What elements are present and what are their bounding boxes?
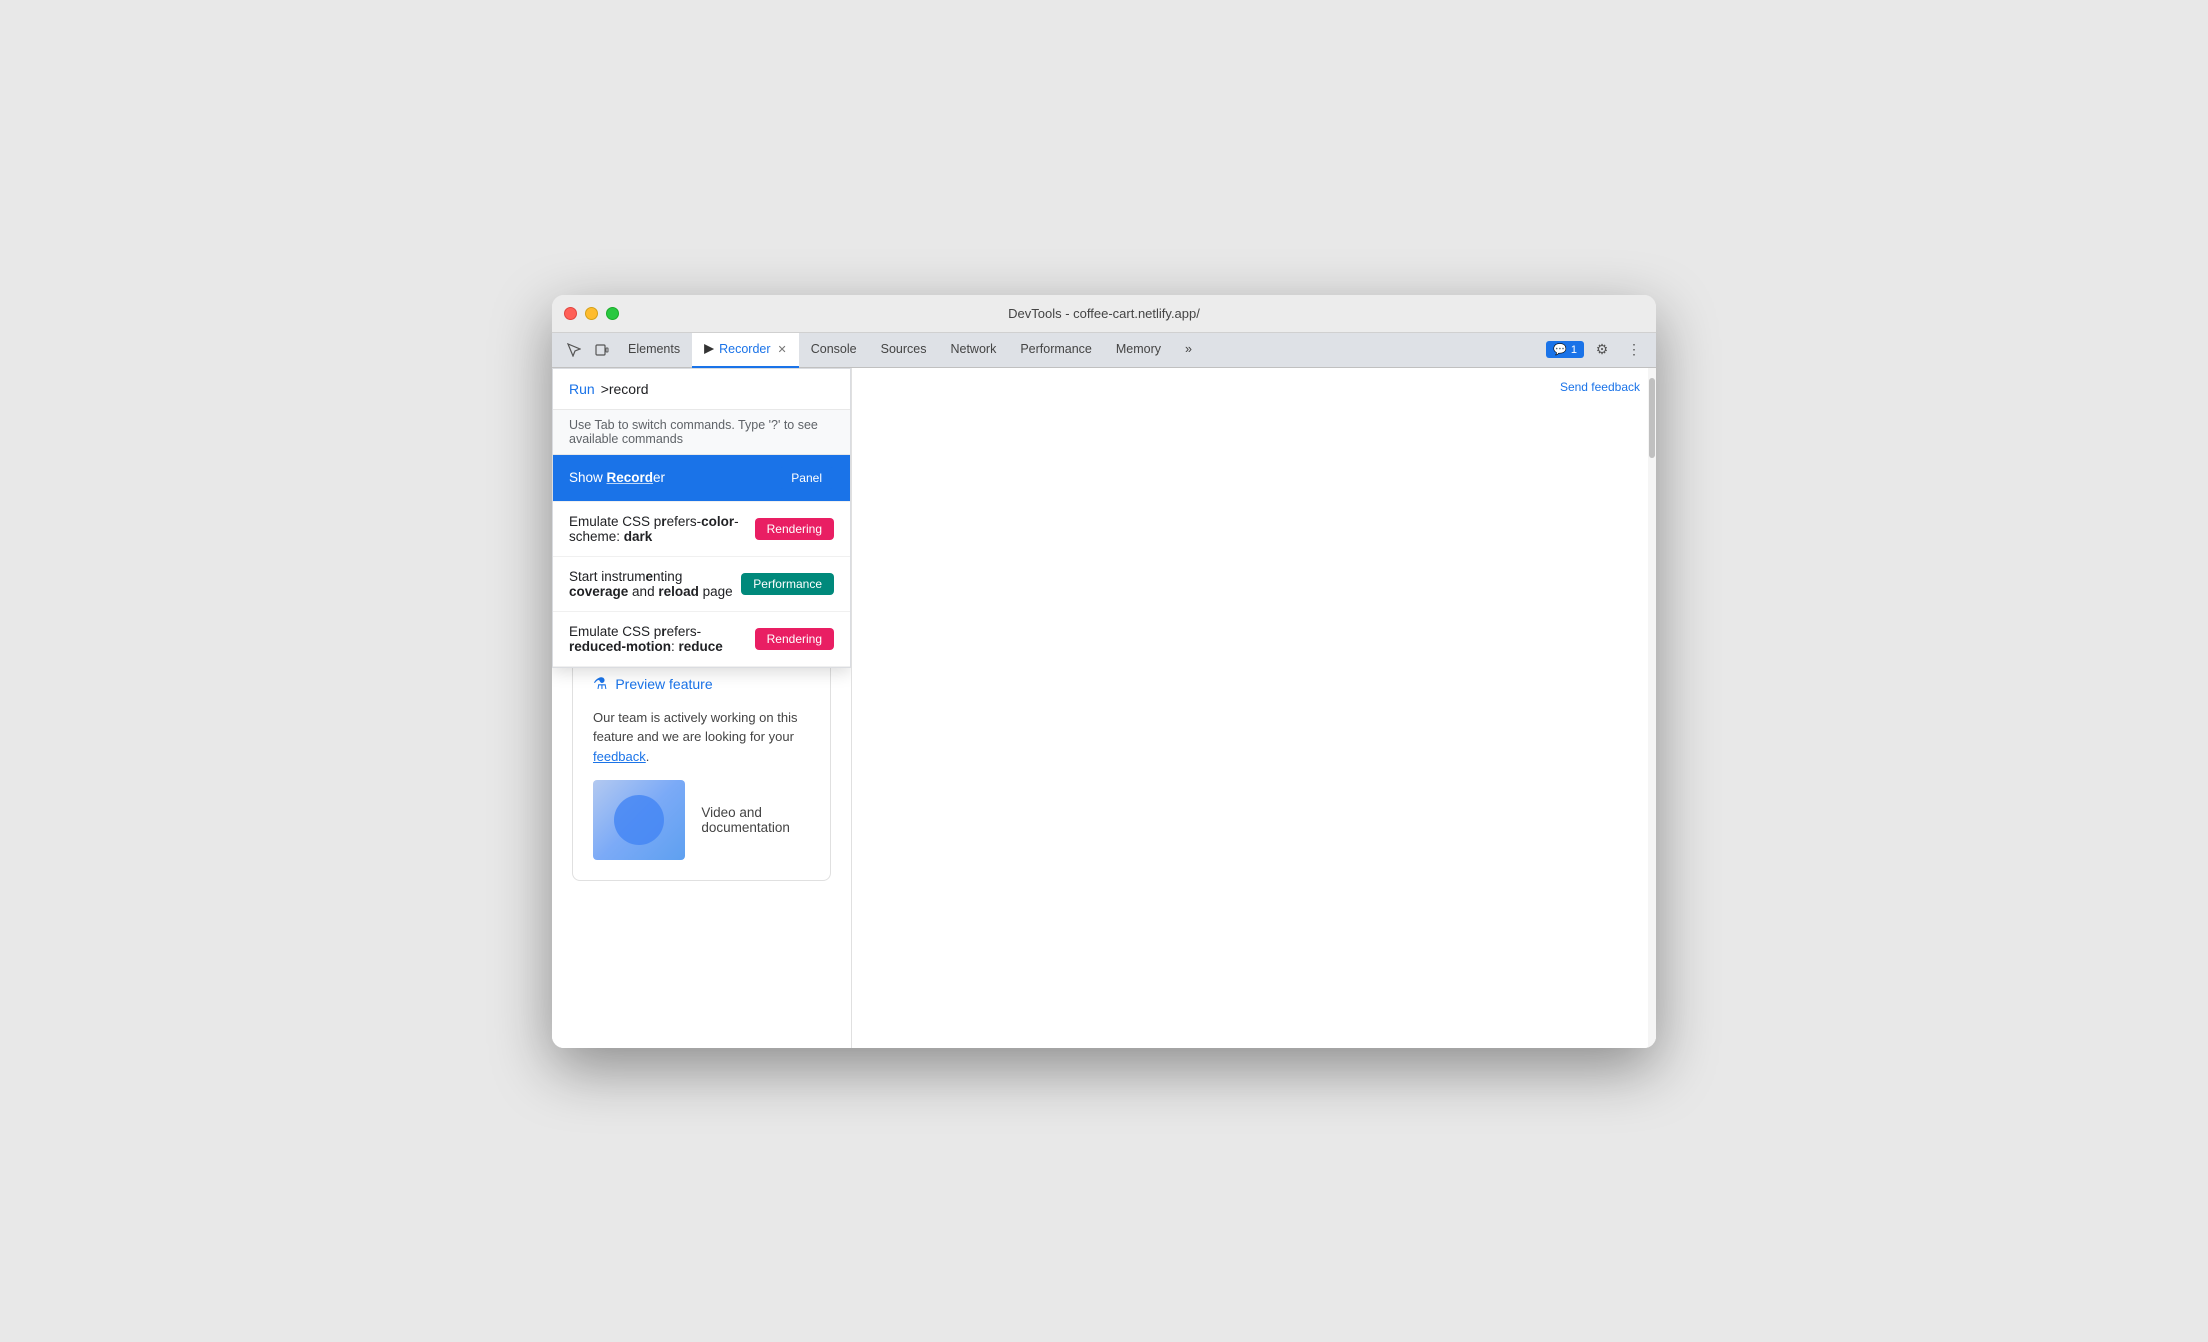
feedback-link[interactable]: feedback (593, 749, 646, 764)
command-item-css-dark[interactable]: Emulate CSS prefers-color-scheme: dark R… (553, 502, 850, 557)
tab-console[interactable]: Console (799, 333, 869, 368)
preview-header: ⚗ Preview feature (593, 674, 810, 694)
scrollbar-thumb[interactable] (1649, 378, 1655, 458)
recorder-panel: + No recordings Measure performance 1 Re… (552, 368, 852, 1048)
minimize-button[interactable] (585, 307, 598, 320)
command-item-coverage[interactable]: Start instrumenting coverage and reload … (553, 557, 850, 612)
tab-performance[interactable]: Performance (1008, 333, 1104, 368)
command-item-text-show-recorder: Show Recorder (569, 470, 771, 485)
maximize-button[interactable] (606, 307, 619, 320)
command-input-row: Run (553, 369, 850, 410)
preview-image (593, 780, 685, 860)
device-icon[interactable] (588, 336, 616, 364)
command-item-show-recorder[interactable]: Show Recorder Panel (553, 455, 850, 502)
more-options-button[interactable]: ⋮ (1620, 336, 1648, 364)
command-palette: Run Use Tab to switch commands. Type '?'… (552, 368, 851, 668)
settings-button[interactable]: ⚙ (1588, 336, 1616, 364)
send-feedback-button[interactable]: Send feedback (1560, 380, 1640, 394)
preview-bottom: Video and documentation (593, 780, 810, 860)
flask-icon: ⚗ (593, 674, 607, 694)
command-input[interactable] (601, 381, 834, 397)
tab-close-icon[interactable]: ✕ (778, 343, 787, 356)
main-panel: Send feedback (852, 368, 1656, 1048)
close-button[interactable] (564, 307, 577, 320)
window-title: DevTools - coffee-cart.netlify.app/ (1008, 306, 1200, 321)
title-bar: DevTools - coffee-cart.netlify.app/ (552, 295, 1656, 333)
traffic-lights (564, 307, 619, 320)
tabs-right-actions: 💬 1 ⚙ ⋮ (1546, 336, 1648, 364)
preview-feature-box: ⚗ Preview feature Our team is actively w… (572, 653, 831, 882)
command-item-reduced-motion[interactable]: Emulate CSS prefers-reduced-motion: redu… (553, 612, 850, 667)
inspect-icon[interactable] (560, 336, 588, 364)
video-documentation-text: Video and documentation (701, 805, 810, 835)
command-badge-panel[interactable]: Panel (779, 467, 834, 489)
tab-more[interactable]: » (1173, 333, 1204, 368)
tab-recorder[interactable]: Recorder ✕ (692, 333, 799, 368)
content-area: + No recordings Measure performance 1 Re… (552, 368, 1656, 1048)
devtools-window: DevTools - coffee-cart.netlify.app/ Elem… (552, 295, 1656, 1048)
run-label: Run (569, 381, 595, 397)
tab-network[interactable]: Network (938, 333, 1008, 368)
command-hint: Use Tab to switch commands. Type '?' to … (553, 410, 850, 455)
preview-title: Preview feature (615, 676, 712, 692)
tab-memory[interactable]: Memory (1104, 333, 1173, 368)
tab-elements[interactable]: Elements (616, 333, 692, 368)
command-badge-performance[interactable]: Performance (741, 573, 834, 595)
record-icon (704, 344, 714, 354)
command-badge-rendering-2[interactable]: Rendering (755, 628, 834, 650)
command-badge-rendering-1[interactable]: Rendering (755, 518, 834, 540)
tab-sources[interactable]: Sources (869, 333, 939, 368)
command-item-text-coverage: Start instrumenting coverage and reload … (569, 569, 733, 599)
scrollbar[interactable] (1648, 368, 1656, 1048)
devtools-tab-bar: Elements Recorder ✕ Console Sources Netw… (552, 333, 1656, 368)
feedback-button[interactable]: 💬 1 (1546, 341, 1584, 358)
command-item-text-reduced-motion: Emulate CSS prefers-reduced-motion: redu… (569, 624, 747, 654)
command-item-text-css-dark: Emulate CSS prefers-color-scheme: dark (569, 514, 747, 544)
preview-text: Our team is actively working on this fea… (593, 708, 810, 767)
